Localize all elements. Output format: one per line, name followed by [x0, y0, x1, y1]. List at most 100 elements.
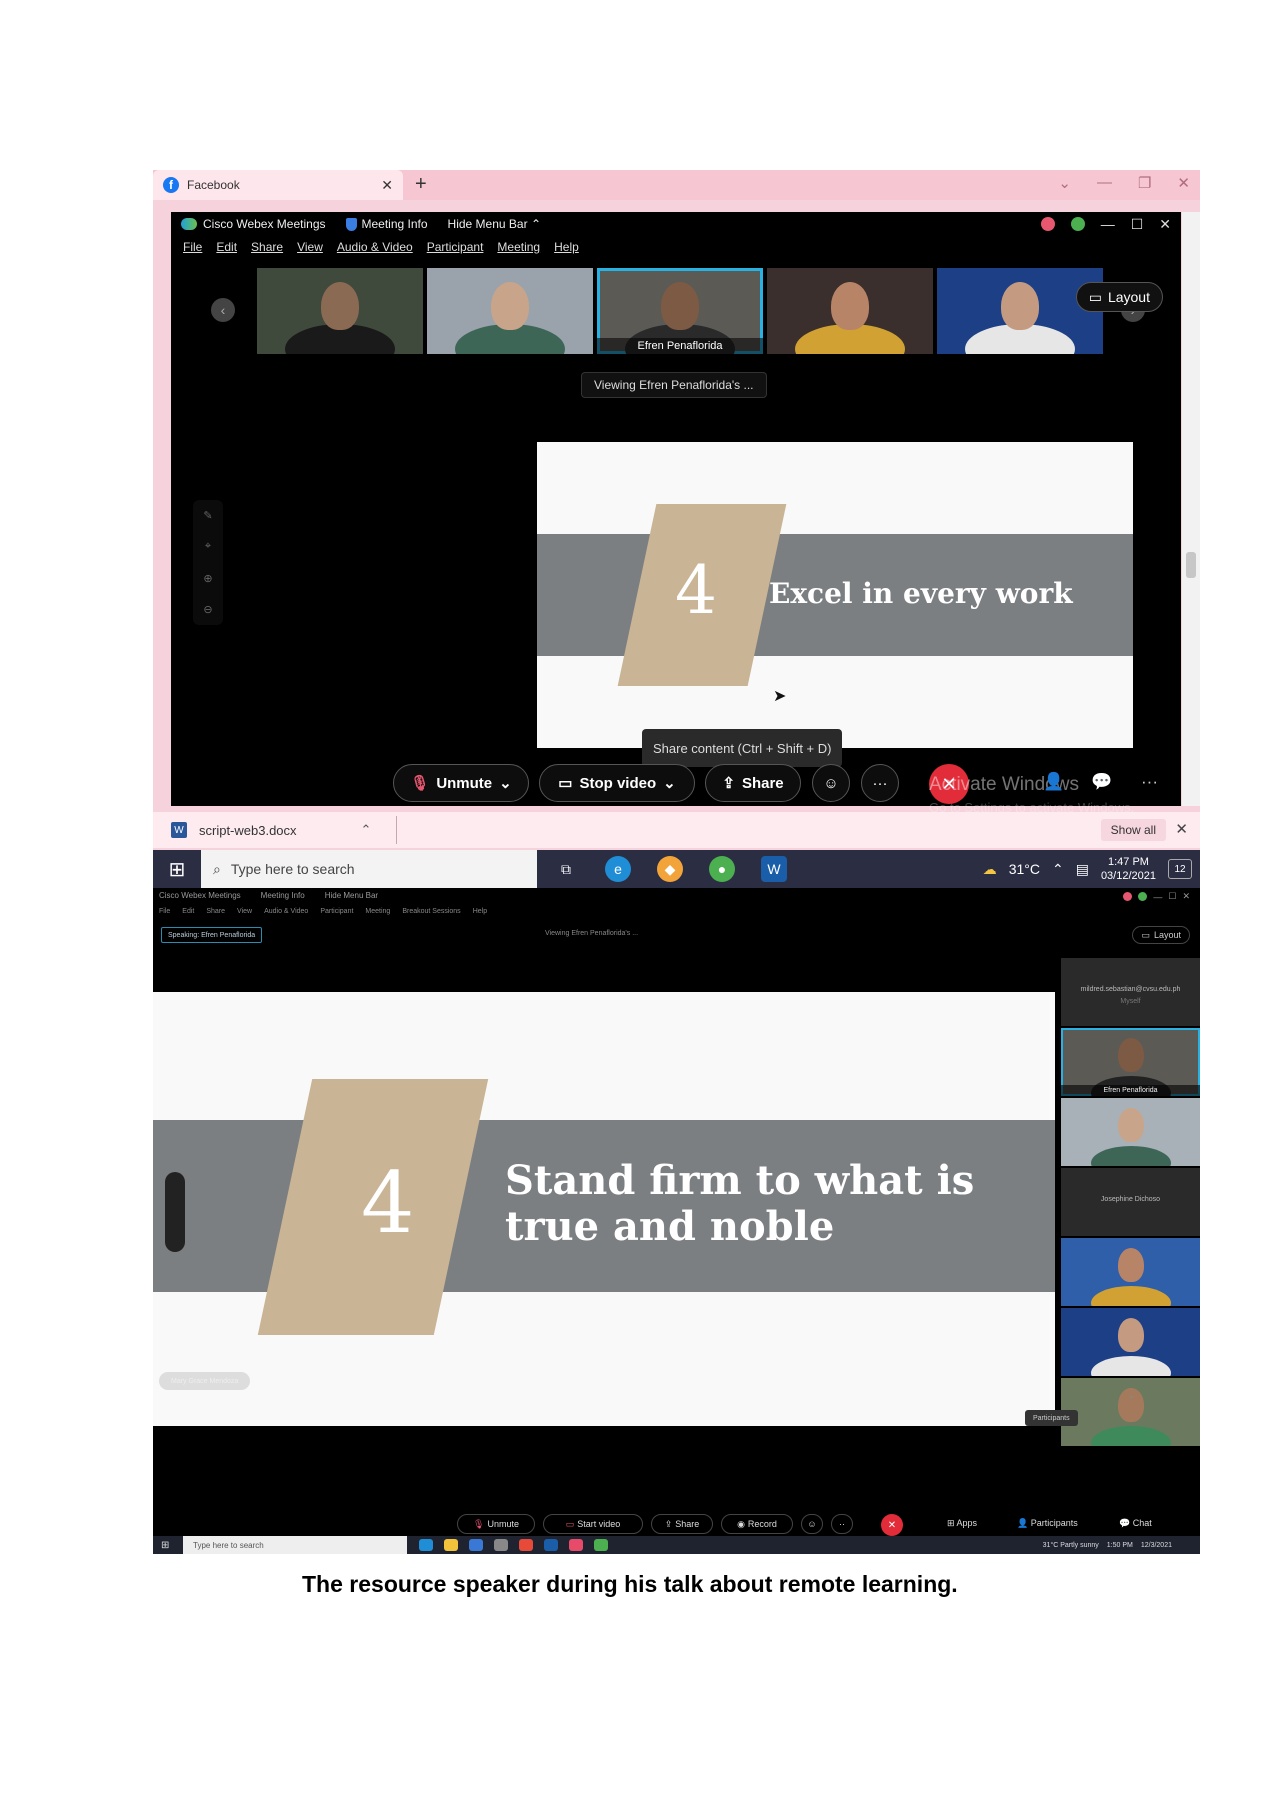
close-icon[interactable]: ✕: [1159, 216, 1171, 233]
minimize-icon[interactable]: —: [1153, 892, 1162, 902]
menu-edit[interactable]: Edit: [182, 908, 194, 915]
participants-button[interactable]: 👤 Participants: [1017, 1518, 1078, 1529]
app-icon[interactable]: [494, 1539, 508, 1551]
file-explorer-icon[interactable]: [444, 1539, 458, 1551]
notifications-badge[interactable]: 12: [1168, 859, 1192, 879]
participant-video-tile[interactable]: [427, 268, 593, 354]
office-icon[interactable]: [519, 1539, 533, 1551]
share-button[interactable]: ⇪ Share: [705, 764, 801, 802]
windows-start-icon[interactable]: ⊞: [153, 857, 201, 882]
annotate-icon[interactable]: ✎: [203, 509, 212, 522]
chevron-down-icon[interactable]: ⌄: [1127, 1390, 1135, 1401]
clock[interactable]: 1:47 PM 03/12/2021: [1101, 855, 1156, 884]
download-filename[interactable]: script-web3.docx: [199, 823, 297, 838]
reactions-button[interactable]: ☺: [812, 764, 850, 802]
clock-date[interactable]: 12/3/2021: [1141, 1542, 1172, 1549]
chevron-down-icon[interactable]: ⌄: [1058, 174, 1071, 192]
chevron-up-icon[interactable]: ⌃: [1052, 861, 1064, 878]
taskbar-search[interactable]: ⌕ Type here to search: [201, 850, 537, 888]
menu-share[interactable]: Share: [251, 240, 283, 254]
stop-video-button[interactable]: ▭ Stop video ⌄: [539, 764, 695, 802]
participants-icon[interactable]: 👤: [1043, 772, 1064, 792]
network-icon[interactable]: ▤: [1076, 861, 1089, 878]
participant-tile[interactable]: [1061, 1238, 1200, 1306]
unmute-button[interactable]: 🎙 Unmute: [457, 1514, 535, 1534]
menu-view[interactable]: View: [237, 908, 252, 915]
edge-icon[interactable]: e: [605, 856, 631, 882]
close-icon[interactable]: ✕: [1177, 174, 1190, 192]
menu-edit[interactable]: Edit: [216, 240, 237, 254]
app-icon[interactable]: [569, 1539, 583, 1551]
menu-participant[interactable]: Participant: [320, 908, 353, 915]
start-video-button[interactable]: ▭ Start video: [543, 1514, 643, 1534]
show-all-button[interactable]: Show all: [1100, 819, 1166, 841]
close-icon[interactable]: ✕: [1175, 820, 1188, 838]
weather-status[interactable]: 31°C Partly sunny: [1043, 1542, 1099, 1549]
menu-audio-video[interactable]: Audio & Video: [264, 908, 308, 915]
maximize-icon[interactable]: ☐: [1131, 216, 1144, 233]
browser-scrollbar[interactable]: [1182, 212, 1200, 806]
menu-meeting[interactable]: Meeting: [497, 240, 540, 254]
menu-audio-video[interactable]: Audio & Video: [337, 240, 413, 254]
browser-tab-facebook[interactable]: f Facebook ✕: [153, 170, 403, 200]
weather-icon[interactable]: ☁: [983, 861, 997, 878]
participant-video-tile[interactable]: [257, 268, 423, 354]
mail-icon[interactable]: [469, 1539, 483, 1551]
scrollbar-thumb[interactable]: [1186, 552, 1196, 578]
more-icon[interactable]: ···: [1141, 772, 1158, 792]
end-meeting-button[interactable]: ✕: [881, 1514, 903, 1536]
taskbar-search[interactable]: Type here to search: [183, 1536, 407, 1554]
participant-tile[interactable]: [1061, 1098, 1200, 1166]
hide-menu-bar-button[interactable]: Hide Menu Bar ⌃: [448, 217, 541, 231]
pointer-icon[interactable]: ⌖: [205, 540, 211, 553]
menu-help[interactable]: Help: [554, 240, 579, 254]
participant-video-tile[interactable]: [767, 268, 933, 354]
participant-tile-active[interactable]: Efren Penaflorida: [1061, 1028, 1200, 1096]
unmute-button[interactable]: 🎙 Unmute ⌄: [393, 764, 529, 802]
meeting-info-button[interactable]: Meeting Info: [261, 891, 305, 900]
chrome-icon[interactable]: [594, 1539, 608, 1551]
windows-start-icon[interactable]: ⊞: [161, 1540, 169, 1551]
participant-video-tile-active[interactable]: Efren Penaflorida: [597, 268, 763, 354]
menu-meeting[interactable]: Meeting: [365, 908, 390, 915]
participant-tile[interactable]: [1061, 1308, 1200, 1376]
close-icon[interactable]: ✕: [1182, 891, 1190, 902]
menu-share[interactable]: Share: [206, 908, 225, 915]
webex-icon[interactable]: [544, 1539, 558, 1551]
menu-file[interactable]: File: [183, 240, 202, 254]
chat-icon[interactable]: 💬: [1091, 772, 1112, 792]
zoom-in-icon[interactable]: ⊕: [203, 572, 212, 585]
menu-file[interactable]: File: [159, 908, 170, 915]
minimize-icon[interactable]: —: [1097, 174, 1112, 192]
webex-icon[interactable]: W: [761, 856, 787, 882]
apps-button[interactable]: ⊞ Apps: [947, 1518, 977, 1529]
menu-breakout-sessions[interactable]: Breakout Sessions: [402, 908, 460, 915]
zoom-out-icon[interactable]: ⊖: [203, 603, 212, 616]
maximize-icon[interactable]: ☐: [1168, 891, 1176, 902]
menu-view[interactable]: View: [297, 240, 323, 254]
restore-icon[interactable]: ❐: [1138, 174, 1151, 192]
participant-video-tile[interactable]: [937, 268, 1103, 354]
chat-button[interactable]: 💬 Chat: [1119, 1518, 1152, 1529]
chevron-left-icon[interactable]: ‹: [211, 298, 235, 322]
new-tab-button[interactable]: +: [415, 173, 427, 196]
participant-tile[interactable]: [1061, 1378, 1200, 1446]
record-button[interactable]: ◉ Record: [721, 1514, 793, 1534]
share-button[interactable]: ⇪ Share: [651, 1514, 713, 1534]
menu-help[interactable]: Help: [473, 908, 487, 915]
more-options-button[interactable]: ··: [831, 1514, 853, 1534]
layout-button[interactable]: ▭ Layout: [1132, 926, 1190, 944]
minimize-icon[interactable]: —: [1101, 216, 1115, 232]
menu-participant[interactable]: Participant: [427, 240, 484, 254]
chrome-icon[interactable]: ●: [709, 856, 735, 882]
more-options-button[interactable]: ···: [861, 764, 899, 802]
meeting-info-button[interactable]: Meeting Info: [345, 217, 428, 231]
layout-button[interactable]: ▭ Layout: [1075, 282, 1163, 312]
participant-tile[interactable]: Josephine Dichoso: [1061, 1168, 1200, 1236]
chevron-up-icon[interactable]: ⌃: [361, 822, 372, 838]
hide-menu-bar-button[interactable]: Hide Menu Bar: [325, 891, 378, 900]
edge-icon[interactable]: [419, 1539, 433, 1551]
temperature[interactable]: 31°C: [1009, 861, 1040, 877]
reactions-button[interactable]: ☺: [801, 1514, 823, 1534]
clock-time[interactable]: 1:50 PM: [1107, 1542, 1133, 1549]
